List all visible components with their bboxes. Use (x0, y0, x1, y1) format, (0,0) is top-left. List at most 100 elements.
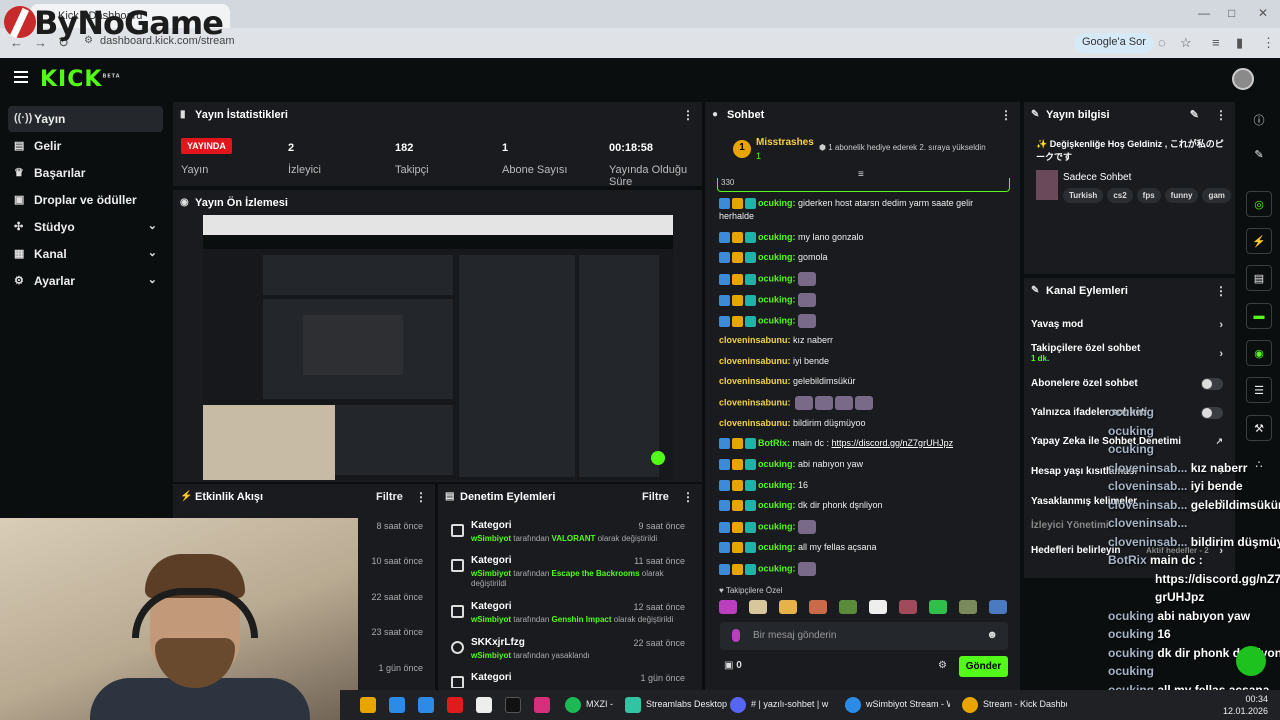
sidebar-item-gelir[interactable]: ▤ Gelir (8, 133, 163, 159)
moderation-row[interactable]: Kategori 1 gün önce (445, 672, 695, 688)
chat-username[interactable]: ocuking: (758, 315, 796, 325)
eye-off-icon[interactable]: ◌ (1158, 35, 1166, 50)
info-icon[interactable]: ⓘ (1246, 106, 1272, 132)
edit-icon[interactable]: ✎ (1190, 108, 1199, 121)
emote-icon[interactable] (809, 600, 827, 614)
moderation-row[interactable]: Kategori 9 saat önce wSimbiyot tarafında… (445, 520, 695, 552)
layers-icon[interactable]: ☰ (1246, 377, 1272, 403)
page-icon[interactable]: ▤ (1246, 265, 1272, 291)
pinned-user[interactable]: Misstrashes (756, 137, 814, 148)
instagram-icon[interactable] (534, 697, 550, 713)
chat-username[interactable]: ocuking: (758, 273, 796, 283)
send-button[interactable]: Gönder (959, 656, 1008, 677)
chat-message[interactable]: ocuking: (719, 293, 1009, 307)
kick-logo[interactable]: KICKBETA (40, 67, 121, 92)
chat-username[interactable]: ocuking: (758, 294, 796, 304)
lightning-icon[interactable]: ⚡ (1246, 228, 1272, 254)
chat-message[interactable]: ocuking: gomola (719, 251, 1009, 264)
chat-message[interactable]: cloveninsabunu: gelebildimsükür (719, 375, 1009, 388)
youtube-icon[interactable] (447, 697, 463, 713)
chat-message[interactable]: BotRix: main dc : https://discord.gg/nZ7… (719, 437, 1009, 450)
target-icon[interactable]: ◎ (1246, 191, 1272, 217)
maximize-icon[interactable]: □ (1228, 6, 1235, 20)
category-thumbnail[interactable] (1036, 170, 1058, 200)
minimize-icon[interactable]: — (1198, 6, 1210, 20)
sidebar-item-kanal[interactable]: ▦ Kanal ⌄ (8, 241, 163, 267)
chat-username[interactable]: cloveninsabunu: (719, 335, 791, 345)
chat-message[interactable]: ocuking: my lano gonzalo (719, 231, 1009, 244)
chat-input[interactable]: Bir mesaj gönderin ☻ (720, 622, 1008, 650)
sidebar-item-ayarlar[interactable]: ⚙ Ayarlar ⌄ (8, 268, 163, 294)
stream-preview-video[interactable] (203, 215, 673, 480)
menu-dots-icon[interactable]: ⋮ (1262, 35, 1275, 51)
chat-username[interactable]: ocuking: (758, 500, 796, 510)
capcut-icon[interactable] (476, 697, 492, 713)
streamlabs-icon[interactable] (625, 697, 641, 713)
more-options-icon[interactable]: ⋮ (415, 490, 427, 504)
more-options-icon[interactable]: ⋮ (1215, 284, 1227, 298)
emote-icon[interactable] (959, 600, 977, 614)
media-icon[interactable]: ≡ (1212, 35, 1220, 50)
more-options-icon[interactable]: ⋮ (1000, 108, 1012, 122)
chat-message[interactable]: ocuking: (719, 272, 1009, 286)
google-ask-button[interactable]: Google'a Sor (1074, 33, 1154, 53)
chat-message[interactable]: cloveninsabunu: (719, 396, 1009, 410)
subs-only-action[interactable]: Abonelere özel sohbet (1031, 378, 1231, 400)
emote-icon[interactable] (989, 600, 1007, 614)
moderation-row[interactable]: Kategori 11 saat önce wSimbiyot tarafınd… (445, 555, 695, 595)
broadcast-signal-icon[interactable]: ◉ (1246, 340, 1272, 366)
emote-icon[interactable] (899, 600, 917, 614)
chat-message[interactable]: ocuking: dk dir phonk dşnliyon (719, 499, 1009, 512)
more-options-icon[interactable]: ⋮ (682, 490, 694, 504)
tag[interactable]: Turkish (1063, 188, 1104, 203)
sidebar-item-droplar[interactable]: ▣ Droplar ve ödüller (8, 187, 163, 213)
chat-username[interactable]: ocuking: (758, 198, 796, 208)
sidebar-item-studyo[interactable]: ✣ Stüdyo ⌄ (8, 214, 163, 240)
chat-username[interactable]: ocuking: (758, 542, 796, 552)
close-icon[interactable]: ✕ (1258, 6, 1268, 20)
chat-icon[interactable]: ▬ (1246, 303, 1272, 329)
moderation-row[interactable]: Kategori 12 saat önce wSimbiyot tarafınd… (445, 601, 695, 633)
toggle[interactable] (1201, 378, 1223, 390)
slow-mode-action[interactable]: Yavaş mod › (1031, 319, 1231, 341)
spotify-icon[interactable] (565, 697, 581, 713)
emote-bar[interactable] (719, 600, 1009, 616)
emote-icon[interactable] (869, 600, 887, 614)
edge-icon[interactable] (418, 697, 434, 713)
chat-message[interactable]: cloveninsabunu: iyi bende (719, 355, 1009, 368)
chat-message[interactable]: cloveninsabunu: kız naberr (719, 334, 1009, 347)
emote-icon[interactable] (749, 600, 767, 614)
emoji-icon[interactable]: ☻ (986, 629, 998, 641)
followers-only-action[interactable]: Takipçilere özel sohbet 1 dk. › (1031, 343, 1231, 365)
filter-button[interactable]: Filtre (642, 491, 669, 503)
chat-username[interactable]: ocuking: (758, 521, 796, 531)
chat-username[interactable]: ocuking: (758, 459, 796, 469)
chat-message[interactable]: ocuking: (719, 562, 1009, 576)
extension-icon[interactable]: ▮ (1236, 35, 1243, 51)
emote-icon[interactable] (839, 600, 857, 614)
folder-icon[interactable] (360, 697, 376, 713)
chat-username[interactable]: cloveninsabunu: (719, 418, 791, 428)
sidebar-item-basarilar[interactable]: ♛ Başarılar (8, 160, 163, 186)
bookmark-star-icon[interactable]: ☆ (1180, 35, 1192, 51)
chat-message[interactable]: ocuking: abi nabıyon yaw (719, 458, 1009, 471)
clock[interactable]: 00:34 12.01.2026 (1223, 693, 1268, 717)
chat-username[interactable]: ocuking: (758, 563, 796, 573)
hamburger-menu-icon[interactable] (14, 71, 28, 83)
chat-message[interactable]: ocuking: (719, 520, 1009, 534)
discord-icon[interactable] (730, 697, 746, 713)
tag[interactable]: fps (1136, 188, 1161, 203)
tag[interactable]: cs2 (1107, 188, 1133, 203)
chat-username[interactable]: ocuking: (758, 480, 796, 490)
tag[interactable]: funny (1164, 188, 1199, 203)
more-options-icon[interactable]: ⋮ (1215, 108, 1227, 122)
pencil-icon[interactable]: ✎ (1246, 142, 1272, 168)
tiktok-icon[interactable] (505, 697, 521, 713)
chat-message[interactable]: ocuking: giderken host atarsn dedim yarm… (719, 197, 1009, 223)
chrome-icon[interactable] (962, 697, 978, 713)
chat-link[interactable]: https://discord.gg/nZ7grUHJpz (832, 438, 954, 448)
chat-username[interactable]: BotRix: (758, 438, 790, 448)
chat-username[interactable]: cloveninsabunu: (719, 376, 791, 386)
chat-username[interactable]: ocuking: (758, 232, 796, 242)
points[interactable]: ▣ 0 (724, 660, 742, 671)
